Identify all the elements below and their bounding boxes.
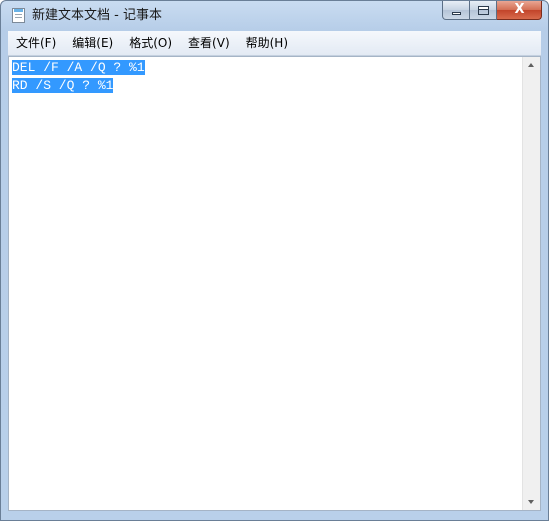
notepad-window: 新建文本文档 - 记事本 X 文件(F) 编辑(E) 格式(O) 查看(V) 帮… — [0, 0, 549, 521]
vertical-scrollbar[interactable] — [522, 57, 540, 510]
scroll-down-icon[interactable] — [523, 493, 540, 510]
close-button[interactable]: X — [497, 1, 542, 20]
notepad-icon[interactable] — [12, 8, 25, 23]
maximize-button[interactable] — [470, 1, 497, 20]
minimize-icon — [452, 12, 461, 15]
text-editor[interactable]: DEL /F /A /Q ? %1 RD /S /Q ? %1 — [8, 56, 541, 511]
menu-bar: 文件(F) 编辑(E) 格式(O) 查看(V) 帮助(H) — [8, 31, 541, 56]
window-title: 新建文本文档 - 记事本 — [32, 8, 162, 23]
menu-help[interactable]: 帮助(H) — [238, 33, 296, 53]
caption-buttons: X — [442, 1, 542, 21]
menu-file[interactable]: 文件(F) — [8, 33, 64, 53]
maximize-icon — [478, 6, 489, 15]
text-line[interactable]: RD /S /Q ? %1 — [12, 76, 522, 94]
minimize-button[interactable] — [442, 1, 470, 20]
text-content[interactable]: DEL /F /A /Q ? %1 RD /S /Q ? %1 — [12, 58, 522, 508]
menu-format[interactable]: 格式(O) — [121, 33, 180, 53]
text-line[interactable]: DEL /F /A /Q ? %1 — [12, 58, 522, 76]
close-icon: X — [514, 2, 525, 17]
selected-text[interactable]: DEL /F /A /Q ? %1 — [12, 60, 145, 75]
selected-text[interactable]: RD /S /Q ? %1 — [12, 78, 114, 93]
menu-edit[interactable]: 编辑(E) — [64, 33, 121, 53]
menu-view[interactable]: 查看(V) — [180, 33, 238, 53]
scroll-up-icon[interactable] — [523, 57, 540, 74]
title-bar[interactable]: 新建文本文档 - 记事本 X — [1, 1, 548, 31]
